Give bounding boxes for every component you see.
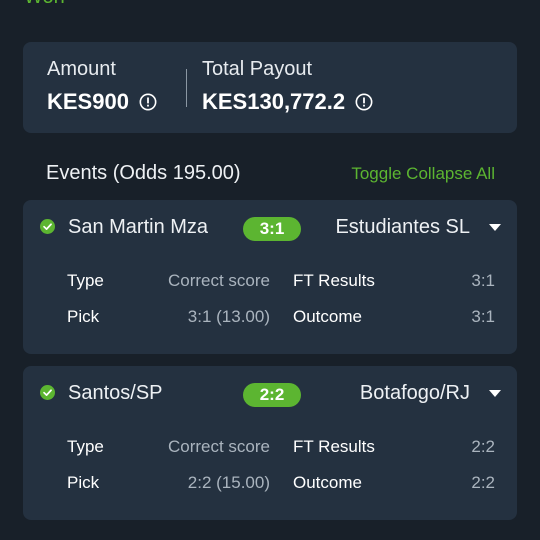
outcome-value: 2:2	[471, 473, 495, 492]
pick-label: Pick	[67, 473, 100, 492]
chevron-down-icon[interactable]	[489, 224, 501, 232]
home-team: Santos/SP	[68, 382, 163, 404]
payout-label: Total Payout	[202, 58, 313, 80]
info-icon[interactable]	[355, 93, 373, 111]
info-icon[interactable]	[139, 93, 157, 111]
pick-value: 2:2 (15.00)	[187, 473, 270, 492]
check-circle-icon	[40, 219, 55, 234]
amount-label: Amount	[47, 58, 116, 80]
summary-divider	[186, 69, 187, 107]
amount-value: KES900	[47, 89, 129, 114]
ft-results-value: 2:2	[471, 437, 495, 456]
pick-label: Pick	[67, 307, 100, 326]
ft-results-label: FT Results	[293, 271, 375, 290]
away-team: Botafogo/RJ	[359, 382, 470, 404]
type-label: Type	[67, 271, 104, 290]
toggle-collapse-all-link[interactable]: Toggle Collapse All	[351, 164, 495, 184]
check-circle-icon	[40, 385, 55, 400]
ft-results-label: FT Results	[293, 437, 375, 456]
payout-value: KES130,772.2	[202, 89, 346, 114]
pick-value: 3:1 (13.00)	[187, 307, 270, 326]
events-title: Events (Odds 195.00)	[46, 162, 241, 184]
bet-status: Won	[24, 0, 65, 9]
score-badge: 3:1	[243, 217, 301, 241]
type-label: Type	[67, 437, 104, 456]
home-team: San Martin Mza	[68, 216, 209, 238]
score-badge: 2:2	[243, 383, 301, 407]
amount-section: Amount KES900	[47, 58, 157, 115]
payout-section: Total Payout KES130,772.2	[202, 58, 373, 115]
ft-results-value: 3:1	[471, 271, 495, 290]
type-value: Correct score	[167, 437, 270, 456]
bet-summary-card: Amount KES900 Total Payout KES130,772.2	[23, 42, 517, 133]
outcome-label: Outcome	[293, 473, 362, 492]
type-value: Correct score	[167, 271, 270, 290]
outcome-value: 3:1	[471, 307, 495, 326]
away-team: Estudiantes SL	[335, 216, 470, 238]
event-card: San Martin Mza 3:1 Estudiantes SL Type C…	[23, 200, 517, 354]
outcome-label: Outcome	[293, 307, 362, 326]
event-card: Santos/SP 2:2 Botafogo/RJ Type Correct s…	[23, 366, 517, 520]
chevron-down-icon[interactable]	[489, 390, 501, 398]
